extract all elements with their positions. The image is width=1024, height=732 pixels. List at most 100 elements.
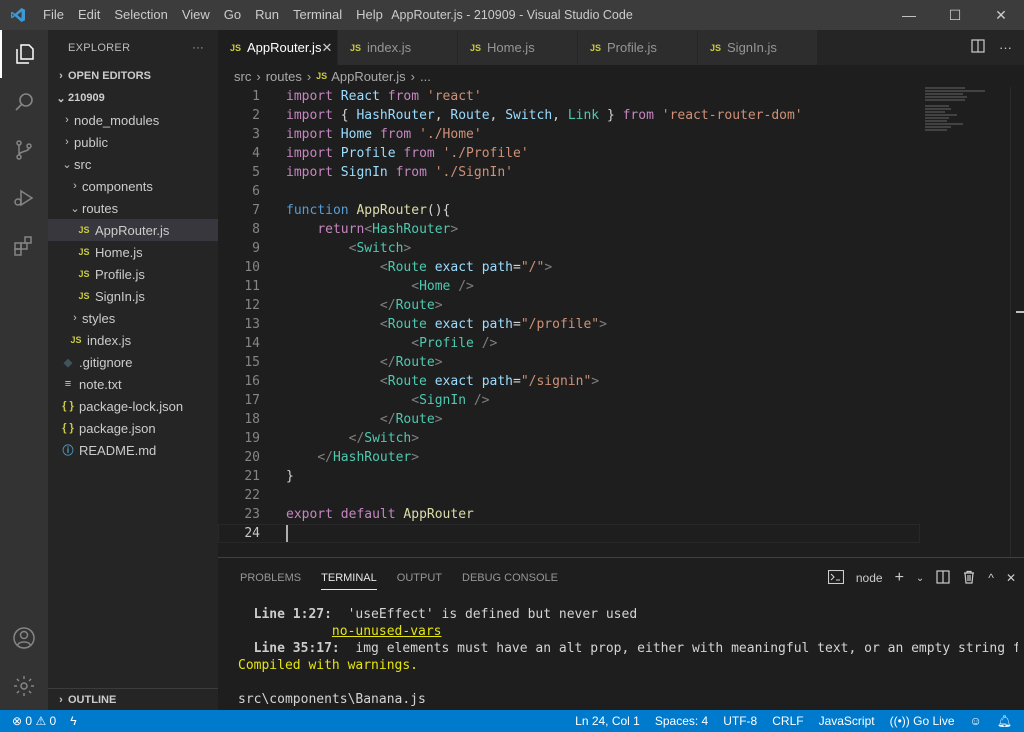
tree-file[interactable]: { } package-lock.json: [48, 395, 218, 417]
breadcrumb-symbols[interactable]: ...: [420, 69, 431, 84]
close-tab-icon[interactable]: ✕: [321, 40, 332, 56]
tab-profile-js[interactable]: JS Profile.js: [578, 30, 698, 65]
outline-label: OUTLINE: [68, 693, 117, 706]
manage-gear-icon[interactable]: [0, 662, 48, 710]
minimize-button[interactable]: —: [886, 0, 932, 30]
tree-folder[interactable]: › node_modules: [48, 109, 218, 131]
tree-item-label: routes: [82, 200, 119, 216]
panel-tab-problems[interactable]: PROBLEMS: [230, 558, 311, 598]
code-line: 5 import SignIn from './SignIn': [218, 163, 918, 182]
breadcrumb-src[interactable]: src: [234, 69, 251, 84]
tree-folder[interactable]: ⌄ routes: [48, 197, 218, 219]
code-token: from: [622, 108, 654, 123]
tree-file[interactable]: ◆ .gitignore: [48, 351, 218, 373]
cursor-position[interactable]: Ln 24, Col 1: [575, 714, 640, 728]
line-endings[interactable]: CRLF: [772, 714, 803, 728]
breadcrumb-file[interactable]: AppRouter.js: [331, 69, 405, 84]
menu-view[interactable]: View: [175, 0, 217, 30]
tree-file[interactable]: JS Profile.js: [48, 263, 218, 285]
file-tree: › node_modules › public ⌄ src › components ⌄ rout…: [48, 109, 218, 461]
status-bar: ⊗ 0 ⚠ 0 ϟ Ln 24, Col 1 Spaces: 4 UTF-8 C…: [0, 710, 1024, 732]
search-icon[interactable]: [0, 78, 48, 126]
tab-home-js[interactable]: JS Home.js: [458, 30, 578, 65]
line-number: 6: [252, 184, 260, 199]
extensions-icon[interactable]: [0, 222, 48, 270]
chevron-right-icon: ›: [65, 114, 69, 126]
tree-file[interactable]: JS SignIn.js: [48, 285, 218, 307]
line-number: 12: [244, 298, 260, 313]
menu-bar: File Edit Selection View Go Run Terminal Help: [36, 0, 390, 30]
problems-status[interactable]: ⊗ 0 ⚠ 0: [12, 714, 56, 728]
accounts-icon[interactable]: [0, 614, 48, 662]
chevron-down-icon[interactable]: ⌄: [916, 573, 924, 584]
code-token: <: [411, 279, 420, 294]
panel-tab-terminal[interactable]: TERMINAL: [311, 558, 387, 598]
menu-selection[interactable]: Selection: [107, 0, 174, 30]
panel-tab-output[interactable]: OUTPUT: [387, 558, 452, 598]
kill-terminal-trash-icon[interactable]: [962, 570, 976, 587]
explorer-icon[interactable]: [0, 30, 48, 78]
open-editors-section[interactable]: › OPEN EDITORS: [48, 65, 218, 87]
tree-folder[interactable]: ⌄ src: [48, 153, 218, 175]
more-actions-button[interactable]: ···: [192, 42, 204, 54]
maximize-button[interactable]: ☐: [932, 0, 978, 30]
tree-folder[interactable]: › styles: [48, 307, 218, 329]
code-token: =: [513, 260, 521, 275]
maximize-panel-chevron-up-icon[interactable]: ^: [988, 571, 994, 585]
split-editor-icon[interactable]: [971, 39, 985, 56]
run-debug-icon[interactable]: [0, 174, 48, 222]
language-mode[interactable]: JavaScript: [819, 714, 875, 728]
menu-terminal[interactable]: Terminal: [286, 0, 349, 30]
code-token: </: [317, 450, 333, 465]
source-control-icon[interactable]: [0, 126, 48, 174]
code-token: >: [599, 317, 607, 332]
split-terminal-icon[interactable]: [936, 569, 950, 587]
notifications-bell-icon[interactable]: 🔔︎: [997, 714, 1012, 728]
chevron-right-icon: ›: [306, 68, 312, 84]
outline-section[interactable]: › OUTLINE: [48, 688, 218, 710]
terminal-output[interactable]: Line 1:27: 'useEffect' is defined but ne…: [238, 606, 1018, 708]
menu-run[interactable]: Run: [248, 0, 286, 30]
tree-file[interactable]: ≡ note.txt: [48, 373, 218, 395]
panel-tab-debug-console[interactable]: DEBUG CONSOLE: [452, 558, 568, 598]
menu-help[interactable]: Help: [349, 0, 390, 30]
code-editor[interactable]: 1 import React from 'react' 2 import { Hash…: [218, 87, 1024, 557]
chevron-right-icon: ›: [73, 180, 77, 192]
tree-folder[interactable]: › components: [48, 175, 218, 197]
tree-item-label: node_modules: [74, 112, 160, 128]
tab-signin-js[interactable]: JS SignIn.js: [698, 30, 818, 65]
close-window-button[interactable]: ✕: [978, 0, 1024, 30]
more-actions-icon[interactable]: ···: [999, 40, 1012, 55]
new-terminal-button[interactable]: +: [895, 569, 904, 587]
feedback-icon[interactable]: ☺: [970, 714, 982, 728]
tab-approuter-js[interactable]: JS AppRouter.js ✕: [218, 30, 338, 65]
terminal-name[interactable]: node: [856, 571, 883, 585]
terminal-text: no-unused-vars: [331, 624, 442, 639]
encoding[interactable]: UTF-8: [723, 714, 757, 728]
project-folder-section[interactable]: ⌄ 210909: [48, 87, 218, 109]
tree-file[interactable]: { } package.json: [48, 417, 218, 439]
menu-edit[interactable]: Edit: [71, 0, 107, 30]
close-panel-icon[interactable]: ✕: [1006, 571, 1016, 585]
go-live-button[interactable]: ((•)) Go Live: [890, 714, 955, 728]
code-text: function AppRouter(){: [260, 201, 450, 220]
tree-file[interactable]: JS index.js: [48, 329, 218, 351]
breadcrumb-routes[interactable]: routes: [266, 69, 302, 84]
tree-folder[interactable]: › public: [48, 131, 218, 153]
editor-scrollbar[interactable]: [1010, 87, 1024, 557]
tree-file[interactable]: JS AppRouter.js: [48, 219, 218, 241]
code-token: from: [379, 127, 412, 142]
indentation[interactable]: Spaces: 4: [655, 714, 708, 728]
menu-file[interactable]: File: [36, 0, 71, 30]
code-text: <Route exact path="/profile">: [260, 315, 607, 334]
tab-index-js[interactable]: JS index.js: [338, 30, 458, 65]
line-number: 8: [252, 222, 260, 237]
tree-file[interactable]: ⓘ README.md: [48, 439, 218, 461]
tree-file[interactable]: JS Home.js: [48, 241, 218, 263]
lightning-icon[interactable]: ϟ: [70, 714, 76, 728]
menu-go[interactable]: Go: [217, 0, 248, 30]
minimap[interactable]: [925, 87, 995, 137]
